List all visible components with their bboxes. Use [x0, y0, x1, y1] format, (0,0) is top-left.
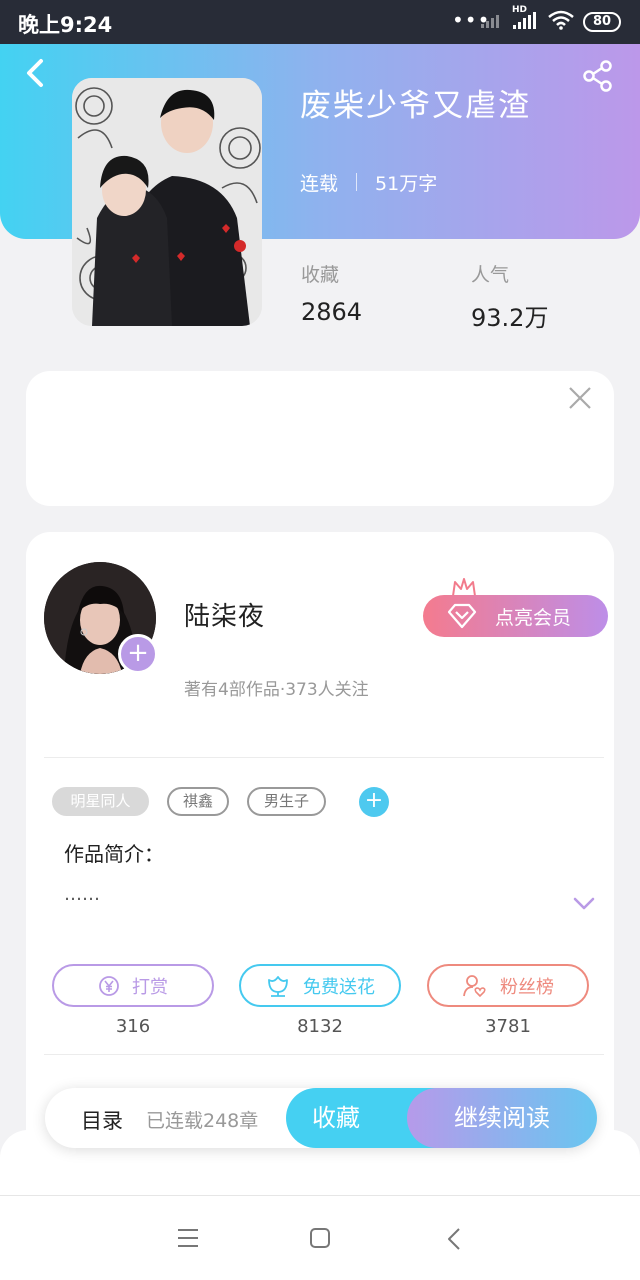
tag-item[interactable]: 明星同人 [52, 787, 149, 816]
intro-text: …… [64, 884, 100, 905]
author-name[interactable]: 陆柒夜 [184, 596, 265, 633]
flower-icon [268, 975, 288, 997]
divider [44, 1054, 604, 1055]
book-meta: 连载 51万字 [300, 169, 437, 195]
chapter-count: 已连载248章 [146, 1110, 259, 1132]
add-tag-button[interactable]: + [359, 787, 389, 817]
reward-button-label: 打赏 [132, 976, 168, 998]
flower-count: 8132 [297, 1016, 343, 1037]
yen-coin-icon [99, 975, 119, 996]
send-flower-button-label: 免费送花 [303, 976, 375, 998]
menu-icon[interactable] [176, 1227, 200, 1249]
chevron-left-icon[interactable] [24, 58, 46, 88]
chevron-down-icon[interactable] [573, 897, 595, 911]
reward-button[interactable]: 打赏 [52, 964, 214, 1007]
send-flower-button[interactable]: 免费送花 [239, 964, 401, 1007]
fans-count: 3781 [485, 1016, 531, 1037]
book-word-count: 51万字 [375, 172, 438, 195]
vip-button-label: 点亮会员 [495, 606, 572, 629]
user-heart-icon [463, 974, 486, 997]
reward-count: 316 [115, 1016, 151, 1037]
wifi-icon [548, 10, 574, 30]
book-title: 废柴少爷又虐渣 [300, 88, 531, 124]
diamond-icon [447, 603, 477, 629]
vip-button[interactable]: 点亮会员 [423, 595, 608, 637]
fans-ranking-button[interactable]: 粉丝榜 [427, 964, 589, 1007]
signal-icon [513, 12, 537, 29]
collect-label: 收藏 [301, 264, 340, 286]
catalog-button[interactable]: 目录 [81, 1105, 123, 1135]
collect-value: 2864 [301, 298, 363, 326]
divider [44, 757, 604, 758]
signal-weak-icon [481, 12, 505, 28]
battery-indicator: 80 [583, 12, 621, 32]
popularity-label: 人气 [471, 264, 510, 286]
status-bar: 晚上9:24 ••• HD 80 [0, 0, 640, 44]
close-icon[interactable] [567, 385, 593, 411]
status-time: 晚上9:24 [18, 13, 113, 37]
share-icon[interactable] [582, 60, 614, 92]
follow-author-button[interactable]: + [118, 634, 158, 674]
continue-reading-button[interactable]: 继续阅读 [407, 1088, 597, 1148]
book-cover-image[interactable] [72, 78, 262, 326]
ad-card [26, 371, 614, 506]
triangle-back-icon[interactable] [446, 1227, 462, 1251]
tag-item[interactable]: 祺鑫 [167, 787, 229, 816]
intro-title: 作品简介： [64, 842, 164, 866]
book-status: 连载 [300, 172, 339, 195]
fans-ranking-button-label: 粉丝榜 [500, 976, 554, 998]
meta-divider [356, 173, 358, 191]
popularity-value: 93.2万 [471, 304, 549, 332]
author-info: 著有4部作品·373人关注 [184, 680, 369, 700]
tag-item[interactable]: 男生子 [247, 787, 326, 816]
square-icon[interactable] [309, 1227, 331, 1249]
